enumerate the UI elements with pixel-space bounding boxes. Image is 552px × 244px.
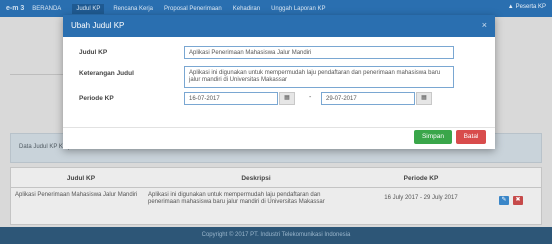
calendar-icon: ▦ bbox=[284, 95, 290, 101]
user-menu-label: Peserta KP bbox=[515, 4, 546, 10]
nav-item-rencana-kerja[interactable]: Rencana Kerja bbox=[113, 6, 153, 12]
table-cell-judul: Aplikasi Penerimaan Mahasiswa Jalur Mand… bbox=[15, 192, 138, 198]
table-cell-deskripsi: Aplikasi ini digunakan untuk mempermudah… bbox=[148, 192, 325, 205]
delete-button[interactable]: ✖ bbox=[513, 196, 523, 205]
cancel-button[interactable]: Batal bbox=[456, 130, 486, 144]
person-icon: ▲ bbox=[507, 4, 514, 10]
page-strip bbox=[10, 53, 66, 75]
page-footer: Copyright © 2017 PT. Industri Telekomuni… bbox=[0, 227, 552, 244]
judul-label: Judul KP bbox=[79, 49, 108, 56]
brand-logo[interactable]: e-m 3 bbox=[6, 5, 24, 12]
table-header-judul: Judul KP bbox=[66, 175, 96, 182]
start-calendar-button[interactable]: ▦ bbox=[279, 92, 295, 105]
modal-header: Ubah Judul KP × bbox=[63, 15, 495, 37]
table-header-periode: Periode KP bbox=[403, 175, 439, 182]
table-header-deskripsi: Deskripsi bbox=[241, 175, 271, 182]
edit-icon: ✎ bbox=[501, 197, 507, 203]
modal-title: Ubah Judul KP bbox=[71, 21, 125, 30]
nav-item-proposal[interactable]: Proposal Penerimaan bbox=[164, 6, 222, 12]
delete-icon: ✖ bbox=[515, 197, 521, 203]
close-icon[interactable]: × bbox=[482, 20, 487, 30]
judul-input[interactable]: Aplikasi Penerimaan Mahasiswa Jalur Mand… bbox=[184, 46, 454, 59]
nav-item-kehadiran[interactable]: Kehadiran bbox=[233, 6, 260, 12]
edit-button[interactable]: ✎ bbox=[499, 196, 509, 205]
user-menu[interactable]: ▲ Peserta KP bbox=[508, 4, 546, 10]
nav-item-judul-kp[interactable]: Judul KP bbox=[72, 3, 105, 14]
judul-table: Judul KP Deskripsi Periode KP Aplikasi P… bbox=[10, 167, 542, 225]
periode-start-input[interactable]: 16-07-2017 bbox=[184, 92, 278, 105]
end-calendar-button[interactable]: ▦ bbox=[416, 92, 432, 105]
periode-end-input[interactable]: 29-07-2017 bbox=[321, 92, 415, 105]
nav-item-unggah-laporan[interactable]: Unggah Laporan KP bbox=[271, 6, 325, 12]
keterangan-label: Keterangan Judul bbox=[79, 70, 134, 77]
calendar-icon: ▦ bbox=[421, 95, 427, 101]
keterangan-textarea[interactable]: Aplikasi ini digunakan untuk mempermudah… bbox=[184, 66, 454, 88]
modal-footer-divider bbox=[63, 127, 495, 128]
periode-label: Periode KP bbox=[79, 95, 114, 102]
periode-separator: - bbox=[309, 94, 312, 101]
table-cell-periode: 16 July 2017 - 29 July 2017 bbox=[384, 195, 458, 201]
nav-item-beranda[interactable]: BERANDA bbox=[32, 6, 61, 12]
copyright-text: Copyright © 2017 PT. Industri Telekomuni… bbox=[201, 232, 351, 238]
save-button[interactable]: Simpan bbox=[414, 130, 452, 144]
edit-judul-modal: Ubah Judul KP × Judul KP Aplikasi Peneri… bbox=[63, 15, 495, 149]
table-divider bbox=[11, 187, 541, 188]
